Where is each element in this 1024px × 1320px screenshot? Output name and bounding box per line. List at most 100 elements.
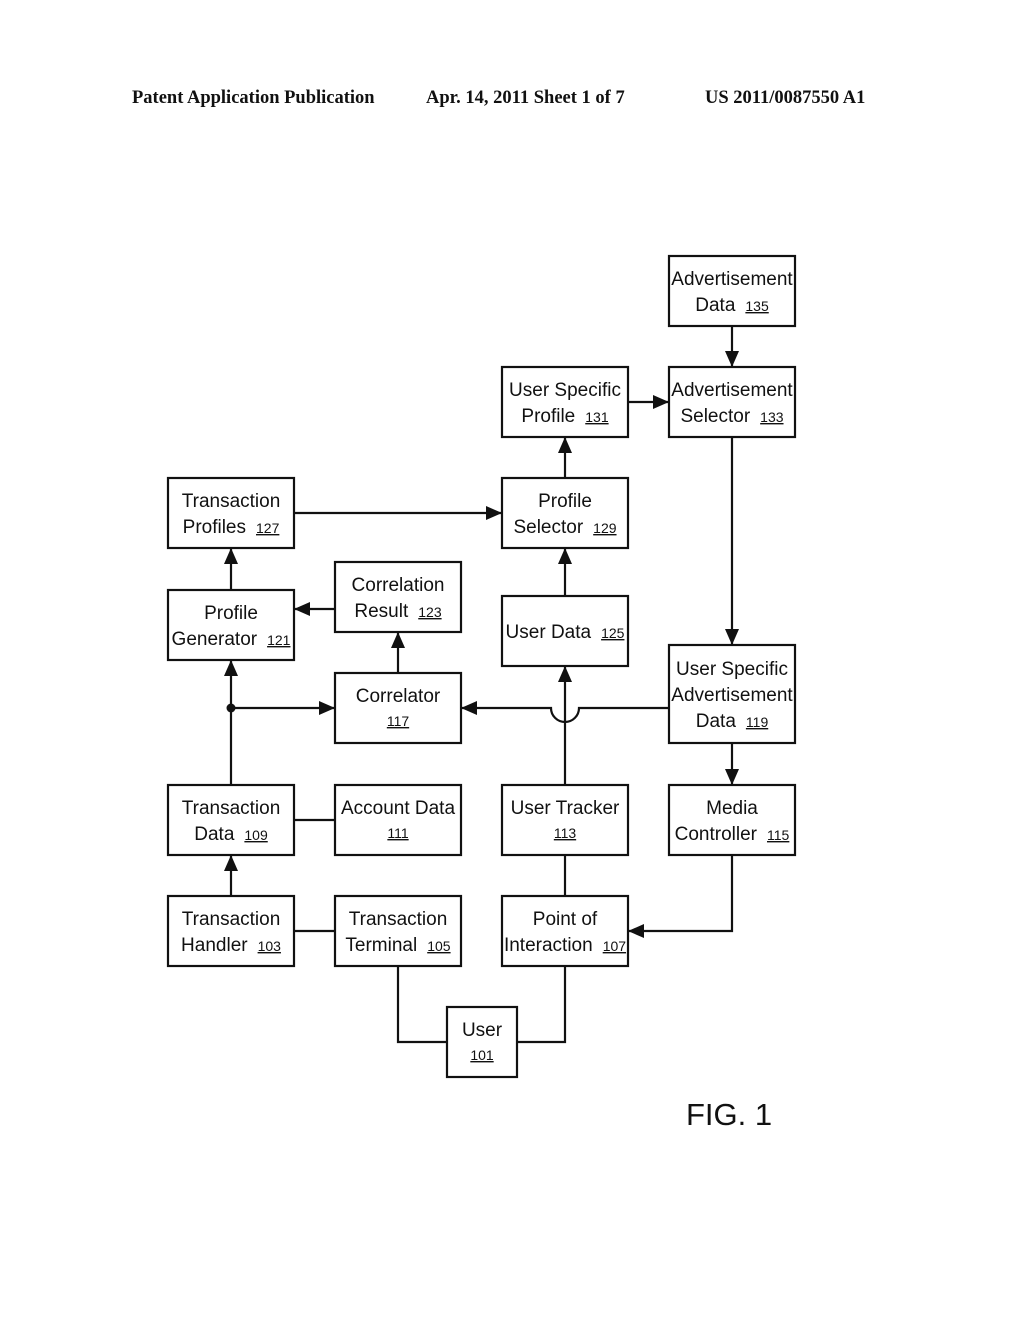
reference-numeral: 129	[593, 520, 617, 536]
node-correlator: Correlator 117	[333, 671, 463, 745]
node-label: Interaction 107	[504, 935, 626, 956]
node-label: Result 123	[354, 601, 441, 622]
node-profile-generator: Profile Generator 121	[166, 588, 296, 662]
reference-numeral: 113	[554, 825, 577, 841]
node-label: Profiles 127	[183, 517, 280, 538]
edge-profile-selector-to-user-specific-profile	[558, 437, 572, 478]
node-label: Selector 129	[513, 517, 616, 538]
node-label: User Tracker	[511, 798, 620, 819]
edge-profile-generator-to-transaction-profiles	[224, 548, 238, 590]
arrowhead	[653, 395, 669, 409]
arrowhead	[224, 660, 238, 676]
node-label: Correlator	[356, 686, 441, 707]
node-point-of-interaction: Point of Interaction 107	[500, 894, 630, 968]
node-label: User Data 125	[506, 622, 625, 643]
node-transaction-terminal: Transaction Terminal 105	[333, 894, 463, 968]
node-label: Transaction	[182, 798, 281, 819]
node-label: Media	[706, 798, 758, 819]
edge-advertisement-selector-to-user-specific-advertisement-data	[725, 437, 739, 645]
node-label: Account Data	[341, 798, 455, 819]
arrowhead	[725, 351, 739, 367]
node-label: User	[462, 1020, 503, 1041]
reference-numeral: 105	[427, 938, 451, 954]
node-box	[333, 671, 463, 745]
node-advertisement-data: Advertisement Data 135	[667, 254, 797, 328]
reference-numeral: 109	[244, 827, 268, 843]
edge-transaction-terminal-to-user	[396, 966, 447, 1044]
node-box	[333, 783, 463, 857]
reference-numeral: 119	[746, 714, 769, 730]
arrowhead	[725, 769, 739, 785]
edge-line	[396, 966, 447, 1044]
node-transaction-data: Transaction Data 109	[166, 783, 296, 857]
edge-line	[517, 966, 567, 1044]
node-label: Data 135	[695, 295, 769, 316]
node-transaction-profiles: Transaction Profiles 127	[166, 476, 296, 550]
edge-media-controller-to-point-of-interaction	[628, 855, 734, 938]
node-label: Point of	[533, 909, 598, 930]
node-label: Profile	[538, 491, 592, 512]
node-label: User Specific	[676, 659, 788, 680]
figure-label: FIG. 1	[686, 1097, 773, 1132]
junction-dot	[226, 703, 236, 713]
reference-numeral: 101	[470, 1047, 494, 1063]
edges-layer	[224, 326, 739, 1044]
node-user-specific-advertisement-data: User Specific Advertisement Data 119	[667, 643, 797, 745]
reference-numeral: 127	[256, 520, 280, 536]
node-label: Transaction	[182, 491, 281, 512]
edge-transaction-handler-to-transaction-data	[224, 855, 238, 896]
node-correlation-result: Correlation Result 123	[333, 560, 463, 634]
edge-user-data-to-profile-selector	[558, 548, 572, 596]
reference-numeral: 123	[418, 604, 442, 620]
node-transaction-handler: Transaction Handler 103	[166, 894, 296, 968]
reference-numeral: 115	[767, 827, 790, 843]
arrowhead	[558, 437, 572, 453]
edge-correlation-result-to-profile-generator	[294, 602, 335, 616]
arrowhead	[486, 506, 502, 520]
edge-user-specific-advertisement-data-to-media-controller	[725, 743, 739, 785]
arrowhead	[391, 632, 405, 648]
node-label: Transaction	[349, 909, 448, 930]
node-label: Terminal 105	[345, 935, 450, 956]
node-account-data: Account Data 111	[333, 783, 463, 857]
block-diagram: Advertisement Data 135 User Specific Profile…	[166, 254, 797, 1079]
node-user-specific-profile: User Specific Profile 131	[500, 365, 630, 439]
node-advertisement-selector: Advertisement Selector 133	[667, 365, 797, 439]
node-label: Generator 121	[172, 629, 291, 650]
arrowhead	[558, 548, 572, 564]
arrowhead	[224, 855, 238, 871]
node-box	[445, 1005, 519, 1079]
node-label: Profile 131	[521, 406, 608, 427]
node-label: Advertisement	[671, 685, 793, 706]
node-label: Controller 115	[675, 824, 790, 845]
arrowhead	[725, 629, 739, 645]
node-user-data: User Data 125	[500, 594, 630, 668]
edge-user-tracker-to-user-data	[558, 666, 572, 785]
edge-point-of-interaction-to-user	[517, 966, 567, 1044]
reference-numeral: 111	[387, 825, 408, 841]
reference-numeral: 103	[258, 938, 282, 954]
reference-numeral: 135	[745, 298, 769, 314]
node-label: Correlation	[352, 575, 445, 596]
edge-transaction-data-to-correlator	[231, 701, 335, 715]
reference-numeral: 133	[760, 409, 784, 425]
edge-user-specific-profile-to-advertisement-selector	[628, 395, 669, 409]
node-label: Selector 133	[680, 406, 783, 427]
edge-correlator-to-correlation-result	[391, 632, 405, 673]
node-label: Handler 103	[181, 935, 281, 956]
arrowhead	[558, 666, 572, 682]
node-label: Transaction	[182, 909, 281, 930]
arrowhead	[294, 602, 310, 616]
node-label: User Specific	[509, 380, 621, 401]
node-box	[500, 783, 630, 857]
edge-advertisement-data-to-advertisement-selector	[725, 326, 739, 367]
nodes-layer: Advertisement Data 135 User Specific Profile…	[166, 254, 797, 1079]
reference-numeral: 131	[585, 409, 609, 425]
reference-numeral: 121	[267, 632, 291, 648]
node-label: Profile	[204, 603, 258, 624]
reference-numeral: 107	[603, 938, 627, 954]
reference-numeral: 125	[601, 625, 625, 641]
edge-line	[628, 855, 734, 933]
node-label: Advertisement	[671, 269, 793, 290]
node-user: User 101	[445, 1005, 519, 1079]
